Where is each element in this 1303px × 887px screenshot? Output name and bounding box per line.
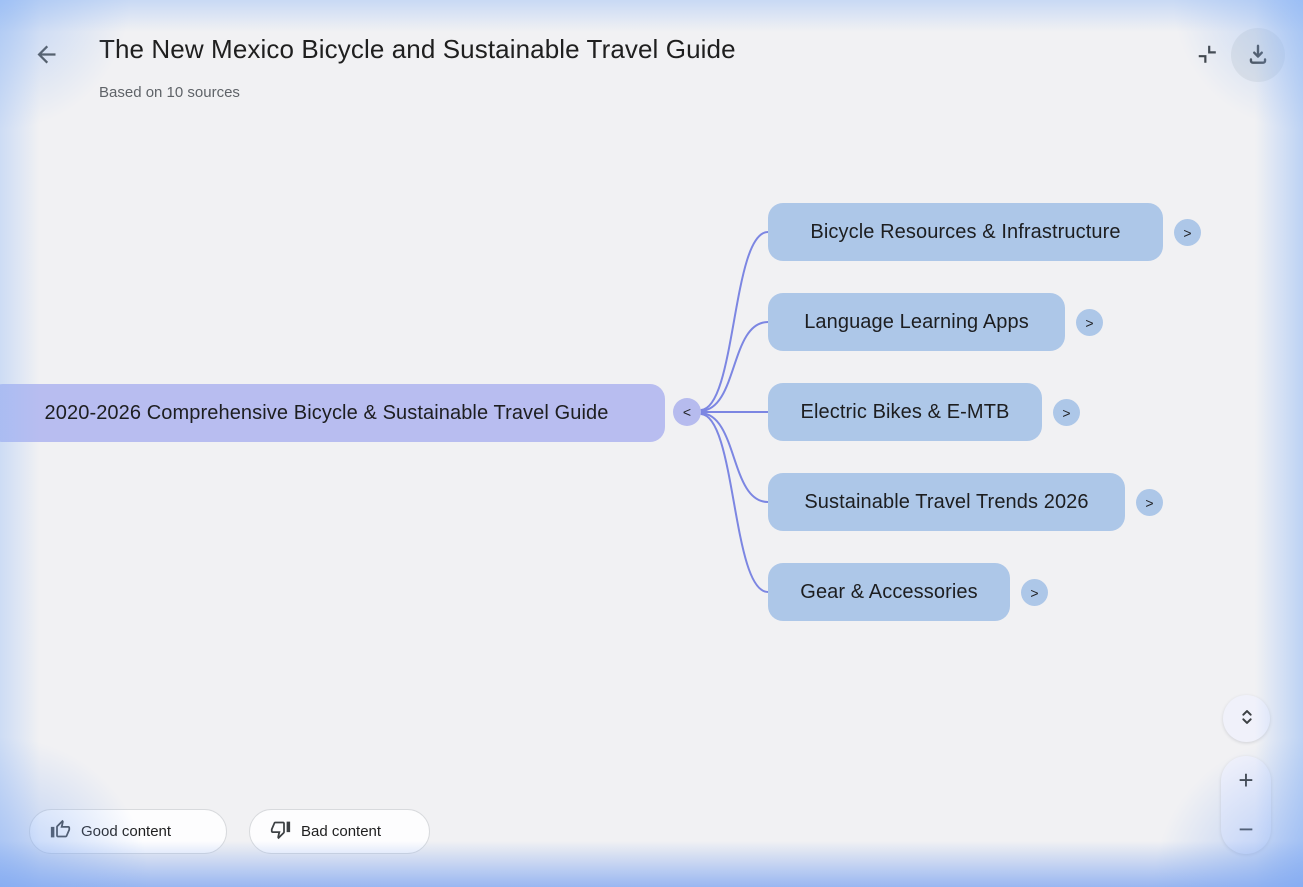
fit-to-screen-button[interactable] (1223, 695, 1270, 742)
mindmap-node-bicycle-resources[interactable]: Bicycle Resources & Infrastructure (768, 203, 1163, 261)
download-icon (1245, 41, 1271, 70)
bad-content-button[interactable]: Bad content (249, 809, 430, 854)
mindmap-node-language-apps[interactable]: Language Learning Apps (768, 293, 1065, 351)
bad-content-label: Bad content (301, 823, 382, 840)
connector-line (700, 412, 769, 503)
connector-line (700, 321, 769, 412)
expand-node-button[interactable]: > (1076, 309, 1103, 336)
expand-node-button[interactable]: > (1053, 399, 1080, 426)
mindmap-node-electric-bikes[interactable]: Electric Bikes & E-MTB (768, 383, 1042, 441)
unfold-more-icon (1236, 706, 1258, 731)
good-content-label: Good content (81, 823, 172, 840)
mindmap-node-gear-accessories[interactable]: Gear & Accessories (768, 563, 1010, 621)
page-title: The New Mexico Bicycle and Sustainable T… (99, 34, 736, 64)
back-button[interactable] (29, 39, 63, 73)
expand-node-button[interactable]: > (1021, 579, 1048, 606)
thumb-down-icon (270, 819, 291, 844)
exit-fullscreen-button[interactable] (1192, 40, 1222, 70)
sources-count: Based on 10 sources (99, 84, 240, 101)
zoom-in-button[interactable]: + (1221, 756, 1271, 805)
download-button[interactable] (1231, 28, 1285, 82)
connector-line (700, 413, 769, 593)
expand-node-button[interactable]: > (1174, 219, 1201, 246)
connector-line (700, 231, 769, 411)
collapse-node-button[interactable]: < (673, 398, 701, 426)
good-content-button[interactable]: Good content (29, 809, 227, 854)
zoom-controls: + − (1221, 756, 1271, 854)
thumb-up-icon (50, 819, 71, 844)
close-fullscreen-icon (1196, 43, 1218, 68)
arrow-left-icon (33, 41, 60, 71)
mindmap-node-sustainable-trends[interactable]: Sustainable Travel Trends 2026 (768, 473, 1125, 531)
mindmap-links (700, 231, 769, 593)
zoom-out-button[interactable]: − (1221, 805, 1271, 854)
expand-node-button[interactable]: > (1136, 489, 1163, 516)
mindmap-root-node[interactable]: 2020-2026 Comprehensive Bicycle & Sustai… (0, 384, 665, 442)
